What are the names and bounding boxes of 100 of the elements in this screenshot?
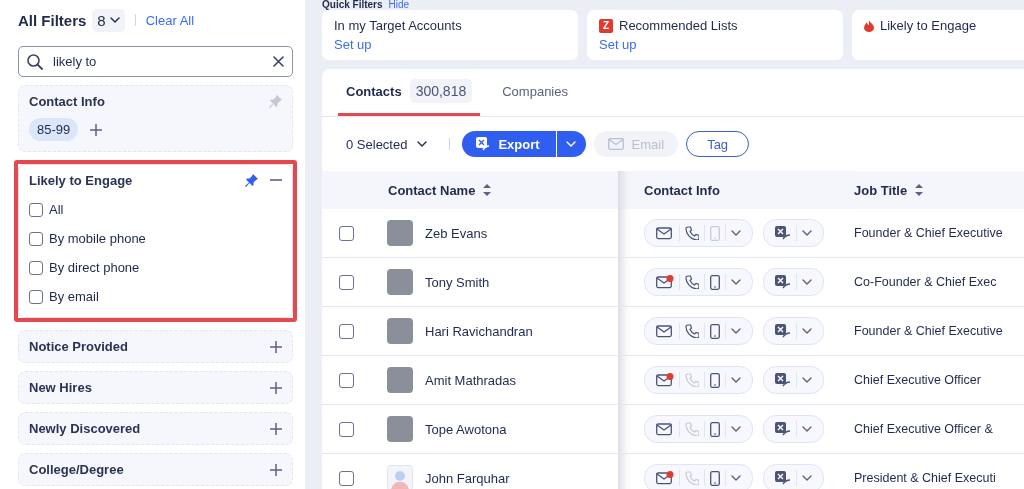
- option-label: All: [49, 202, 64, 217]
- contact-methods-control[interactable]: [644, 317, 753, 345]
- job-title: Co-Founder & Chief Exec: [854, 275, 997, 289]
- action-menu-control[interactable]: [763, 317, 824, 345]
- column-header: Contact Info: [618, 171, 854, 209]
- row-checkbox[interactable]: [338, 470, 354, 486]
- export-icon: [775, 471, 791, 485]
- contact-name[interactable]: Zeb Evans: [425, 225, 488, 241]
- setup-link[interactable]: Set up: [334, 37, 566, 52]
- contact-methods-control[interactable]: [644, 219, 753, 247]
- search-field[interactable]: likely to: [18, 46, 293, 77]
- expand-icon[interactable]: [270, 381, 282, 394]
- tab[interactable]: Contacts 300,818: [338, 69, 481, 116]
- chevron-down-icon: [566, 141, 577, 147]
- quick-filter-card[interactable]: Z Recommended Lists Set up: [587, 10, 843, 60]
- chevron-down-icon: [731, 377, 741, 383]
- mobile-phone-icon[interactable]: [710, 372, 720, 388]
- row-checkbox[interactable]: [338, 323, 354, 339]
- checkbox[interactable]: [29, 260, 43, 275]
- row-checkbox[interactable]: [338, 421, 354, 437]
- clear-all-link[interactable]: Clear All: [145, 12, 195, 28]
- mobile-phone-icon[interactable]: [710, 323, 720, 339]
- flame-icon: [864, 19, 874, 32]
- hide-link[interactable]: Hide: [388, 0, 410, 10]
- row-checkbox[interactable]: [338, 274, 354, 290]
- export-menu-button[interactable]: [555, 131, 586, 157]
- envelope-icon[interactable]: [656, 471, 674, 485]
- option-label: By mobile phone: [49, 231, 146, 246]
- job-title: Founder & Chief Executive: [854, 226, 1003, 240]
- setup-link[interactable]: Set up: [599, 37, 831, 52]
- filter-count-dropdown[interactable]: 8: [92, 8, 125, 32]
- checkbox[interactable]: [29, 231, 43, 246]
- add-icon[interactable]: [90, 123, 103, 136]
- expand-icon[interactable]: [270, 463, 282, 476]
- action-menu-control[interactable]: [763, 268, 824, 296]
- export-button[interactable]: Export: [462, 131, 556, 157]
- close-icon[interactable]: [273, 56, 284, 67]
- chevron-down-icon: [731, 426, 741, 432]
- contact-name[interactable]: John Farquhar: [425, 470, 510, 486]
- envelope-icon[interactable]: [656, 324, 674, 338]
- phone-icon[interactable]: [685, 275, 699, 289]
- job-title: President & Chief Executi: [854, 471, 996, 485]
- action-menu-control[interactable]: [763, 464, 824, 489]
- quick-filter-card[interactable]: Likely to Engage: [852, 10, 1024, 60]
- chevron-down-icon: [802, 426, 812, 432]
- mobile-phone-icon[interactable]: [710, 421, 720, 437]
- chevron-down-icon: [802, 377, 812, 383]
- tab[interactable]: Companies: [494, 69, 576, 116]
- column-header[interactable]: Job Title: [854, 171, 1024, 209]
- photo-placeholder: [387, 318, 413, 344]
- filter-title: Notice Provided: [29, 339, 128, 354]
- pin-icon[interactable]: [245, 173, 258, 187]
- contact-methods-control[interactable]: [644, 366, 753, 394]
- phone-icon[interactable]: [685, 324, 699, 338]
- quick-filter-card[interactable]: In my Target Accounts Set up: [322, 10, 578, 60]
- contact-methods-control[interactable]: [644, 415, 753, 443]
- checkbox[interactable]: [29, 202, 43, 217]
- sort-icon[interactable]: [915, 184, 924, 196]
- row-checkbox[interactable]: [338, 225, 354, 241]
- expand-icon[interactable]: [270, 422, 282, 435]
- chevron-down-icon: [802, 230, 812, 236]
- filter-title: New Hires: [29, 380, 92, 395]
- filter-title: Likely to Engage: [29, 172, 133, 188]
- sort-icon[interactable]: [483, 184, 492, 196]
- contact-name[interactable]: Tope Awotona: [425, 421, 507, 437]
- export-icon: [775, 275, 791, 289]
- filter-chip[interactable]: 85-99: [29, 118, 79, 141]
- envelope-icon[interactable]: [656, 275, 674, 289]
- column-header[interactable]: Contact Name: [370, 171, 618, 209]
- filter-title: Contact Info: [29, 93, 105, 109]
- job-title: Chief Executive Officer: [854, 373, 981, 387]
- action-menu-control[interactable]: [763, 415, 824, 443]
- tag-button[interactable]: Tag: [686, 131, 750, 157]
- contact-methods-control[interactable]: [644, 268, 753, 296]
- export-icon: [775, 226, 791, 240]
- selection-dropdown[interactable]: 0 Selected: [346, 136, 428, 152]
- contact-name[interactable]: Tony Smith: [425, 274, 490, 290]
- action-menu-control[interactable]: [763, 366, 824, 394]
- logo-icon: Z: [599, 18, 613, 33]
- envelope-icon[interactable]: [656, 226, 674, 240]
- chevron-down-icon: [731, 328, 741, 334]
- envelope-icon: [607, 138, 624, 150]
- contact-methods-control[interactable]: [644, 464, 753, 489]
- filter-title: College/Degree: [29, 462, 124, 477]
- photo-placeholder: [387, 367, 413, 393]
- row-checkbox[interactable]: [338, 372, 354, 388]
- contact-name[interactable]: Hari Ravichandran: [425, 323, 533, 339]
- photo-placeholder: [387, 416, 413, 442]
- chevron-down-icon: [802, 328, 812, 334]
- mobile-phone-icon[interactable]: [710, 274, 720, 290]
- phone-icon[interactable]: [685, 226, 699, 240]
- envelope-icon[interactable]: [656, 422, 674, 436]
- envelope-icon[interactable]: [656, 373, 674, 387]
- action-menu-control[interactable]: [763, 219, 824, 247]
- mobile-phone-icon[interactable]: [710, 470, 720, 486]
- contact-name[interactable]: Amit Mathradas: [425, 372, 517, 388]
- expand-icon[interactable]: [270, 340, 282, 353]
- chevron-down-icon: [802, 279, 812, 285]
- export-icon: [775, 373, 791, 387]
- checkbox[interactable]: [29, 289, 43, 304]
